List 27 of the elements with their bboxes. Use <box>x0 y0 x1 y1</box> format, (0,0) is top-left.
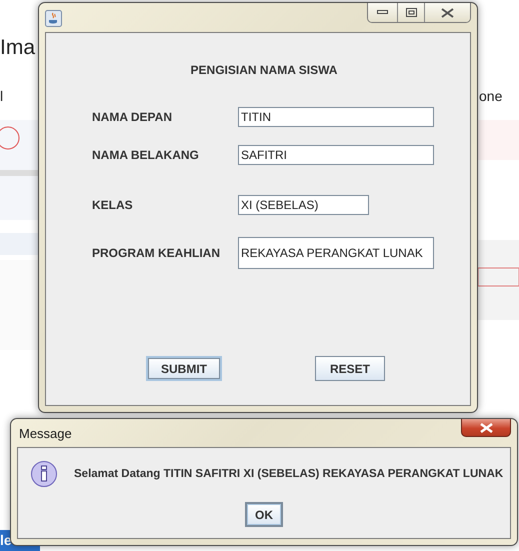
maximize-icon <box>406 8 416 18</box>
reset-button[interactable]: RESET <box>315 356 385 381</box>
maximize-button[interactable] <box>397 3 424 22</box>
text-field[interactable]: TITIN <box>238 107 434 127</box>
minimize-icon <box>377 10 388 15</box>
close-icon <box>480 422 492 432</box>
page-tab[interactable]: one <box>479 88 502 104</box>
field-label: NAMA DEPAN <box>92 110 173 124</box>
close-button[interactable] <box>424 3 470 22</box>
info-icon <box>30 460 58 488</box>
text-field[interactable]: SAFITRI <box>238 145 434 165</box>
close-button[interactable] <box>461 419 511 437</box>
field-label: PROGRAM KEAHLIAN <box>92 246 221 260</box>
dialog-title: Message <box>19 426 72 440</box>
page-heading: Ima <box>0 36 36 60</box>
message-text: Selamat Datang TITIN SAFITRI XI (SEBELAS) REKAYASA PERANGKAT LUNAK <box>74 468 504 480</box>
close-icon <box>441 8 454 18</box>
field-label: NAMA BELAKANG <box>92 148 200 162</box>
page-tab[interactable]: l <box>0 88 4 104</box>
field-label: KELAS <box>92 198 134 212</box>
ok-button[interactable]: OK <box>245 502 283 527</box>
form-title: PENGISIAN NAMA SISWA <box>190 63 338 77</box>
minimize-button[interactable] <box>368 3 397 22</box>
java-cup-icon <box>45 10 62 27</box>
text-field[interactable]: REKAYASA PERANGKAT LUNAK <box>238 237 434 269</box>
submit-button[interactable]: SUBMIT <box>146 356 222 381</box>
text-field[interactable]: XI (SEBELAS) <box>238 195 369 215</box>
